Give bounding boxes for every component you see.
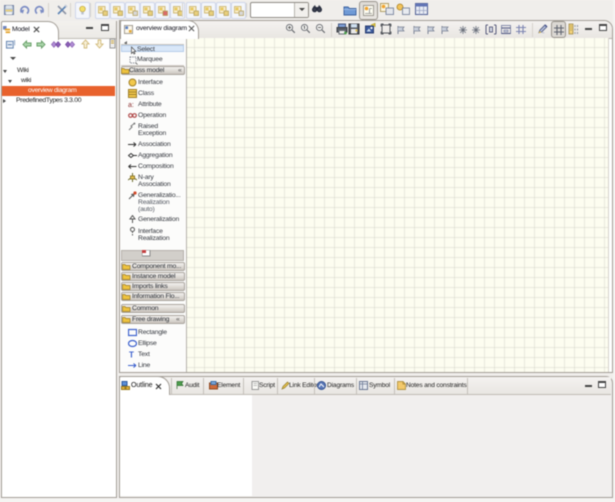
svg-text:a:: a:: [128, 102, 134, 109]
svg-text:T: T: [129, 351, 134, 360]
